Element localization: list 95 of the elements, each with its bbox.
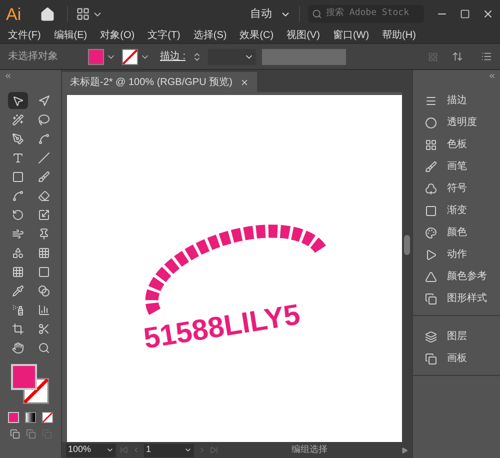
menu-item[interactable]: 选择(S) bbox=[193, 28, 227, 43]
panel-button[interactable]: 颜色 bbox=[425, 224, 488, 241]
play-icon[interactable] bbox=[401, 446, 408, 454]
menu-item[interactable]: 文件(F) bbox=[8, 28, 41, 43]
lines-icon bbox=[425, 94, 437, 106]
copy-icon bbox=[425, 292, 437, 304]
pin-icon bbox=[38, 228, 50, 240]
hand-icon bbox=[12, 342, 24, 354]
wand-icon bbox=[12, 114, 24, 126]
lasso-icon bbox=[38, 114, 50, 126]
collapse-icon[interactable] bbox=[4, 72, 12, 80]
panel-button[interactable]: 画板 bbox=[425, 350, 488, 367]
pen-icon bbox=[12, 132, 24, 144]
tool-button[interactable] bbox=[8, 92, 28, 109]
panel-button[interactable]: 色板 bbox=[425, 136, 488, 153]
panel-button[interactable]: 描边 bbox=[425, 92, 488, 109]
close-icon[interactable] bbox=[240, 78, 250, 86]
wind-icon bbox=[12, 228, 24, 240]
panel-button[interactable]: 透明度 bbox=[425, 114, 488, 131]
shapes-icon bbox=[12, 246, 24, 258]
triangle-icon bbox=[425, 270, 437, 282]
caret-icon bbox=[106, 446, 114, 454]
layers-icon bbox=[425, 330, 437, 342]
palette-icon bbox=[425, 226, 437, 238]
app-logo: Ai bbox=[6, 6, 22, 22]
none-mode-button[interactable] bbox=[42, 412, 53, 423]
eyedropper-icon bbox=[12, 284, 24, 296]
collapse-icon[interactable] bbox=[488, 72, 496, 80]
home-icon[interactable] bbox=[40, 6, 55, 22]
fill-swatch[interactable] bbox=[10, 364, 36, 390]
status-text: 编组选择 bbox=[290, 443, 328, 456]
menu-item[interactable]: 窗口(W) bbox=[332, 28, 370, 43]
close-icon[interactable] bbox=[482, 8, 494, 20]
stroke-label[interactable]: 描边 : bbox=[160, 49, 186, 64]
menu-item[interactable]: 对象(O) bbox=[100, 28, 135, 43]
menu-item[interactable]: 文字(T) bbox=[148, 28, 180, 43]
square-icon bbox=[425, 204, 437, 216]
menu-icon[interactable] bbox=[481, 51, 492, 62]
bar-chart-icon bbox=[38, 304, 50, 316]
crop-icon bbox=[12, 322, 24, 334]
arrow-icon bbox=[12, 94, 24, 106]
panel-button[interactable]: 渐变 bbox=[425, 202, 488, 219]
brush-icon bbox=[38, 170, 50, 182]
curve-icon bbox=[12, 190, 24, 202]
panel-button[interactable]: 颜色参考 bbox=[425, 268, 488, 285]
panel-button[interactable]: 图形样式 bbox=[425, 290, 488, 307]
caret-icon bbox=[184, 446, 192, 454]
grid-icon bbox=[38, 246, 50, 258]
brush-icon bbox=[425, 160, 437, 172]
color-mode-button[interactable] bbox=[8, 412, 19, 423]
arrow-icon bbox=[38, 94, 50, 106]
stroke-weight-field[interactable] bbox=[208, 48, 256, 64]
circle-icon bbox=[425, 116, 437, 128]
menu-item[interactable]: 编辑(E) bbox=[54, 28, 88, 43]
menu-item[interactable]: 效果(C) bbox=[240, 28, 274, 43]
search-field[interactable]: 搜索 Adobe Stock bbox=[308, 5, 424, 23]
profile-field[interactable] bbox=[262, 48, 346, 64]
rectangle-icon bbox=[12, 170, 24, 182]
grid-icon bbox=[425, 138, 437, 150]
menu-item[interactable]: 视图(V) bbox=[286, 28, 320, 43]
panel-button[interactable]: 图层 bbox=[425, 328, 488, 345]
maximize-icon[interactable] bbox=[460, 9, 470, 19]
selection-label: 未选择对象 bbox=[8, 50, 59, 64]
stroke-swatch[interactable] bbox=[122, 48, 138, 64]
eraser-icon bbox=[38, 190, 50, 202]
panel-button[interactable]: 符号 bbox=[425, 180, 488, 197]
page-dropdown[interactable]: 1 bbox=[144, 444, 194, 456]
rotate-icon bbox=[12, 208, 24, 220]
club-icon bbox=[425, 182, 437, 194]
scissors-icon bbox=[38, 322, 50, 334]
curve-icon bbox=[38, 132, 50, 144]
type-icon bbox=[12, 152, 24, 164]
panel-button[interactable]: 画笔 bbox=[425, 158, 488, 175]
panel-button[interactable]: 动作 bbox=[425, 246, 488, 263]
transform-icon[interactable] bbox=[452, 51, 463, 62]
square-icon bbox=[38, 266, 50, 278]
search-icon bbox=[38, 342, 50, 354]
workspace-icon[interactable] bbox=[76, 7, 90, 21]
document-tab[interactable]: 未标题-2* @ 100% (RGB/GPU 预览) bbox=[62, 72, 258, 92]
grid-icon bbox=[12, 266, 24, 278]
copy-icon bbox=[425, 352, 437, 364]
scrollbar-thumb[interactable] bbox=[404, 235, 410, 256]
spinner-icon[interactable] bbox=[192, 52, 202, 62]
gradient-mode-button[interactable] bbox=[25, 412, 36, 423]
menu-item[interactable]: 帮助(H) bbox=[382, 28, 416, 43]
artwork-text: 51588LILY5 bbox=[142, 299, 302, 356]
search-icon bbox=[312, 9, 322, 19]
play-icon bbox=[425, 248, 437, 260]
scale-icon bbox=[38, 208, 50, 220]
workspace-dropdown[interactable]: 自动 bbox=[250, 6, 291, 22]
draw-mode-icon[interactable] bbox=[10, 429, 20, 439]
blend-icon bbox=[38, 284, 50, 296]
line-icon bbox=[38, 152, 50, 164]
zoom-dropdown[interactable]: 100% bbox=[66, 444, 116, 456]
fill-swatch[interactable] bbox=[88, 48, 104, 64]
